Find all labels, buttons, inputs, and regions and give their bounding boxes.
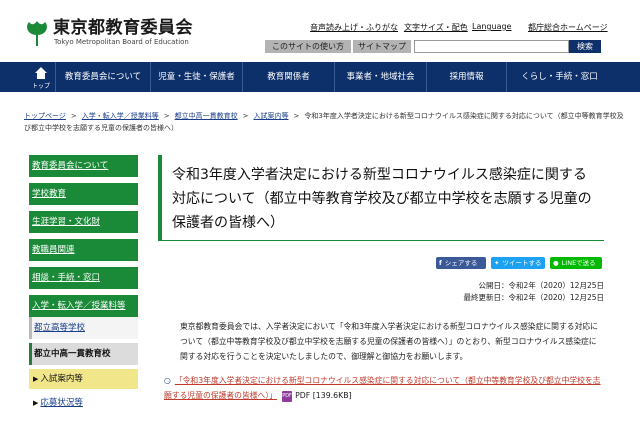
home-nav-item[interactable]: トップ [30,62,52,92]
how-to-use-button[interactable]: このサイトの使い方 [265,40,351,53]
main-content: 令和3年度入学者決定における新型コロナウイルス感染症に関する対応について（都立中… [158,155,604,426]
nav-recruitment[interactable]: 採用情報 [426,62,506,92]
twitter-share-label: ツイートする [502,259,542,267]
nav-educators[interactable]: 教育関係者 [242,62,334,92]
sidebar-item-school-education[interactable]: 学校教育 [29,183,138,205]
breadcrumb: トップページ > 入学・転入学／授業料等 > 都立中高一貫教育校 > 入試案内等 > 令和3年度… [24,112,624,132]
twitter-icon: ✦ [494,259,500,267]
triangle-right-icon: ▶ [33,399,39,407]
global-nav: トップ 教育委員会について 児童・生徒・保護者 教育関係者 事業者・地域社会 採… [0,62,640,92]
sidebar-item-about-board[interactable]: 教育委員会について [29,155,138,177]
breadcrumb-exam-info[interactable]: 入試案内等 [254,112,289,120]
document-link[interactable]: 「令和3年度入学者決定における新型コロナウイルス感染症に関する対応について（都立… [164,376,601,400]
utility-links: 音声読み上げ・ふりがな 文字サイズ・配色 Language 都庁総合ホームページ [310,22,615,34]
sitemap-button[interactable]: サイトマップ [351,40,411,53]
text-size-link[interactable]: 文字サイズ・配色 [404,22,468,33]
home-label: トップ [31,83,50,90]
share-buttons: f シェアする ✦ ツイートする ● LINEで送る [158,257,604,269]
nav-about-board[interactable]: 教育委員会について [55,62,150,92]
sidebar-item-consultation[interactable]: 相談・手続・窓口 [29,267,138,289]
updated-date: 最終更新日：令和2年（2020）12月25日 [463,293,604,302]
sidebar-item-admission[interactable]: 入学・転入学／授業料等 [29,295,138,317]
bullet: ○ [164,376,171,385]
search-input[interactable] [414,40,569,53]
breadcrumb-top[interactable]: トップページ [24,112,66,120]
pdf-icon: PDF [282,390,293,402]
document-meta: PDF [139.6KB] [295,391,352,400]
sidebar-item-metro-high-schools[interactable]: 都立高等学校 [29,317,138,339]
home-icon [35,67,47,79]
read-aloud-link[interactable]: 音声読み上げ・ふりがな [310,22,398,33]
metro-gov-link[interactable]: 都庁総合ホームページ [528,22,608,33]
twitter-share-button[interactable]: ✦ ツイートする [491,257,545,269]
facebook-share-label: シェアする [444,259,478,267]
sidebar-subitem-label: 応募状況等 [40,398,83,408]
page-title: 令和3年度入学者決定における新型コロナウイルス感染症に関する対応について（都立中… [158,155,604,241]
language-link[interactable]: Language [472,22,511,31]
search-button[interactable]: 検索 [569,40,601,53]
sidebar-item-staff[interactable]: 教職員関連 [29,239,138,261]
sidebar-subitem-label: 入試案内等 [40,374,83,384]
sidebar-item-integrated-schools[interactable]: 都立中高一貫教育校 [29,343,138,365]
document-list-item: ○ 「令和3年度入学者決定における新型コロナウイルス感染症に関する対応について（都… [164,373,604,403]
line-icon: ● [553,259,559,267]
line-share-button[interactable]: ● LINEで送る [550,257,602,269]
triangle-right-icon: ▶ [33,375,39,383]
sidebar: 教育委員会について 学校教育 生涯学習・文化財 教職員関連 相談・手続・窓口 入… [29,155,138,426]
nav-life-procedures[interactable]: くらし・手続・窓口 [506,62,612,92]
sidebar-subitem-exam-info[interactable]: ▶ 入試案内等 [29,369,138,389]
site-title[interactable]: 東京都教育委員会 [53,18,193,38]
dates: 公開日：令和2年（2020）12月25日 最終更新日：令和2年（2020）12月… [404,280,604,304]
site-subtitle: Tokyo Metropolitan Board of Education [54,38,189,46]
sidebar-item-lifelong-learning[interactable]: 生涯学習・文化財 [29,211,138,233]
breadcrumb-integrated-schools[interactable]: 都立中高一貫教育校 [175,112,238,120]
published-date: 公開日：令和2年（2020）12月25日 [478,281,604,290]
line-share-label: LINEで送る [561,259,596,267]
ginkgo-logo-icon[interactable] [24,20,50,48]
body-text: 東京都教育委員会では、入学者決定において「令和3年度入学者決定における新型コロナ… [180,322,598,361]
sidebar-subitem-applications[interactable]: ▶ 応募状況等 [29,393,138,413]
nav-business-community[interactable]: 事業者・地域社会 [334,62,426,92]
site-header: 東京都教育委員会 Tokyo Metropolitan Board of Edu… [0,0,640,62]
breadcrumb-admission[interactable]: 入学・転入学／授業料等 [82,112,159,120]
nav-students-parents[interactable]: 児童・生徒・保護者 [150,62,242,92]
facebook-icon: f [439,259,442,267]
facebook-share-button[interactable]: f シェアする [436,257,486,269]
